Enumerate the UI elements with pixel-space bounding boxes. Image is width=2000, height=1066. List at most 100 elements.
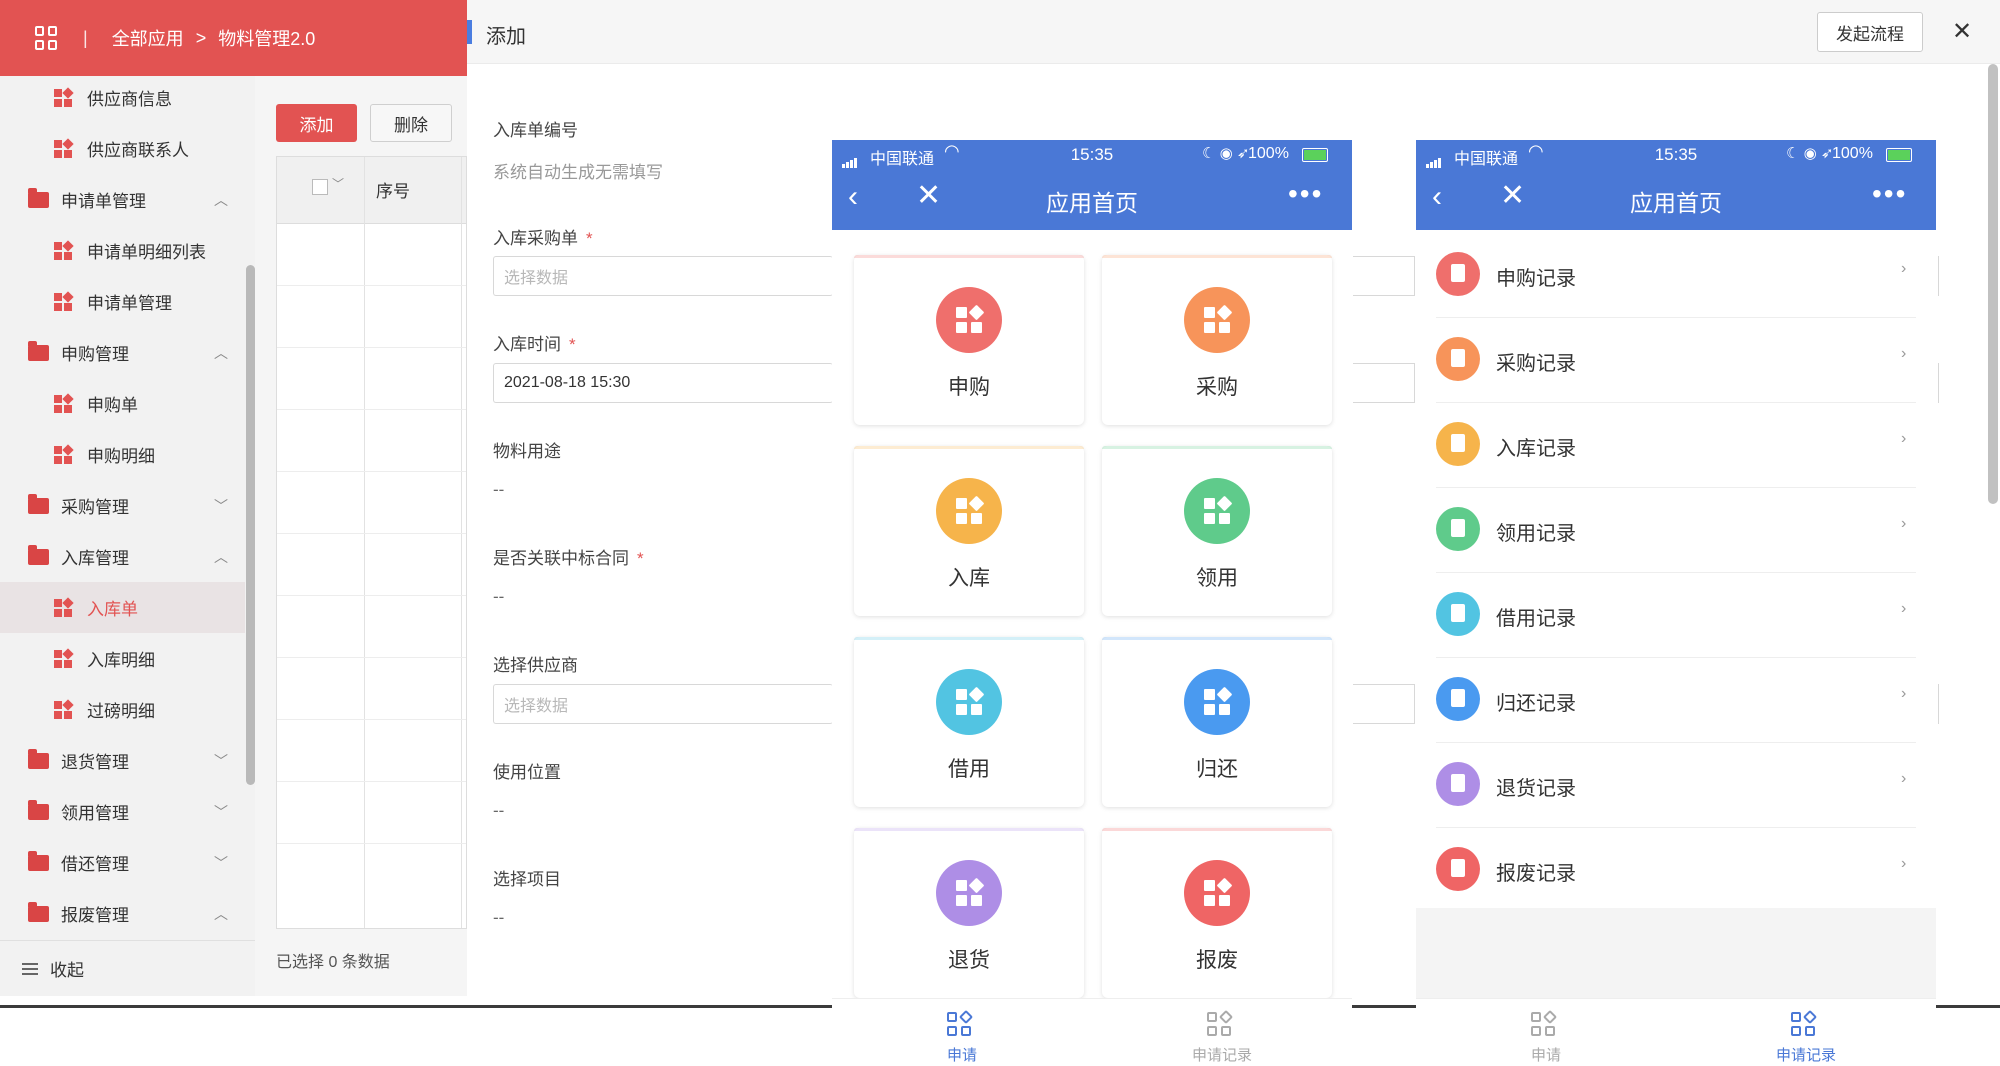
chevron-right-icon: › <box>1901 430 1907 447</box>
collapse-label: 收起 <box>50 961 84 980</box>
grid-icon <box>956 304 985 333</box>
sidebar-item-label: 入库单 <box>87 600 138 619</box>
breadcrumb-module[interactable]: 物料管理2.0 <box>218 25 315 51</box>
app-tile[interactable]: 归还 <box>1102 637 1332 807</box>
dialog-title: 添加 <box>486 26 526 48</box>
app-tile[interactable]: 报废 <box>1102 828 1332 998</box>
required-mark: * <box>637 549 644 568</box>
sidebar-group[interactable]: 借还管理 ﹀ <box>0 837 245 888</box>
widget-icon <box>54 87 74 107</box>
list-item[interactable]: 申购记录 › <box>1436 232 1916 318</box>
select-all-checkbox[interactable] <box>312 179 328 195</box>
chevron-right-icon: > <box>195 27 207 48</box>
column-index: 序号 <box>376 182 410 201</box>
list-item[interactable]: 借用记录 › <box>1436 572 1916 658</box>
delete-button[interactable]: 删除 <box>370 104 452 142</box>
dialog-header <box>467 0 2000 64</box>
sidebar-scrollbar[interactable] <box>246 265 255 785</box>
sidebar-group[interactable]: 申请单管理 ︿ <box>0 174 245 225</box>
list-item[interactable]: 报废记录 › <box>1436 827 1916 913</box>
sidebar-item[interactable]: 入库单 <box>0 582 245 633</box>
sidebar-group[interactable]: 退货管理 ﹀ <box>0 735 245 786</box>
sidebar-item[interactable]: 入库明细 <box>0 633 245 684</box>
sidebar-item-label: 申购明细 <box>87 447 155 466</box>
dialog-scrollbar[interactable] <box>1988 64 1998 504</box>
document-icon <box>1436 337 1480 381</box>
app-tile[interactable]: 申购 <box>854 255 1084 425</box>
supplier-select[interactable]: 选择数据 <box>493 684 833 724</box>
more-icon[interactable]: ••• <box>1872 178 1907 210</box>
tab-records[interactable]: 申请记录 <box>1676 999 1936 1066</box>
sidebar-group-label: 入库管理 <box>61 549 129 568</box>
list-item[interactable]: 退货记录 › <box>1436 742 1916 828</box>
folder-icon <box>28 188 49 208</box>
sidebar-group[interactable]: 入库管理 ︿ <box>0 531 245 582</box>
list-item[interactable]: 归还记录 › <box>1436 657 1916 743</box>
sidebar-item[interactable]: 申请单明细列表 <box>0 225 245 276</box>
app-tile[interactable]: 退货 <box>854 828 1084 998</box>
chevron-right-icon: › <box>1901 685 1907 702</box>
receipt-time-input[interactable]: 2021-08-18 15:30 <box>493 363 833 403</box>
sidebar-item[interactable]: 申购单 <box>0 378 245 429</box>
nav-title: 应用首页 <box>1046 190 1138 216</box>
list-item-label: 报废记录 <box>1496 863 1576 885</box>
receipt-no-label: 入库单编号 <box>493 121 578 140</box>
app-tile[interactable]: 领用 <box>1102 446 1332 616</box>
table-header: ﹀ 序号 <box>277 157 466 224</box>
folder-icon <box>28 902 49 922</box>
sidebar-item[interactable]: 供应商信息 <box>0 72 245 123</box>
app-tile[interactable]: 采购 <box>1102 255 1332 425</box>
chevron-right-icon: › <box>1901 345 1907 362</box>
tile-label: 退货 <box>948 949 990 972</box>
sidebar-item[interactable]: 过磅明细 <box>0 684 245 735</box>
supplier-label: 选择供应商 <box>493 656 578 675</box>
widget-icon <box>54 138 74 158</box>
document-icon <box>1436 677 1480 721</box>
folder-icon <box>28 800 49 820</box>
sidebar-group[interactable]: 采购管理 ﹀ <box>0 480 245 531</box>
tile-icon <box>936 669 1002 735</box>
list-item[interactable]: 领用记录 › <box>1436 487 1916 573</box>
sidebar-group[interactable]: 申购管理 ︿ <box>0 327 245 378</box>
project-label: 选择项目 <box>493 870 561 889</box>
close-icon[interactable]: ✕ <box>1945 14 1979 48</box>
sidebar-item[interactable]: 供应商联系人 <box>0 123 245 174</box>
grid-icon <box>1204 686 1233 715</box>
add-button[interactable]: 添加 <box>276 104 357 142</box>
chevron-icon: ﹀ <box>214 855 228 871</box>
sidebar-item[interactable]: 申购明细 <box>0 429 245 480</box>
chevron-right-icon: › <box>1901 770 1907 787</box>
widget-icon <box>54 291 74 311</box>
tab-apply[interactable]: 申请 <box>1416 999 1676 1066</box>
tile-icon <box>936 478 1002 544</box>
sidebar-item[interactable]: 申请单管理 <box>0 276 245 327</box>
input-edge <box>1938 684 1939 724</box>
tab-bar: 申请 申请记录 <box>1416 998 1936 1066</box>
apps-grid-icon[interactable] <box>35 26 59 50</box>
purchase-order-select[interactable]: 选择数据 <box>493 256 833 296</box>
more-icon[interactable]: ••• <box>1288 178 1323 210</box>
table-row <box>277 533 466 534</box>
tab-apply[interactable]: 申请 <box>832 999 1092 1066</box>
sidebar-group[interactable]: 报废管理 ︿ <box>0 888 245 939</box>
breadcrumb-all-apps[interactable]: 全部应用 <box>112 25 184 51</box>
widget-icon <box>54 597 74 617</box>
start-flow-button[interactable]: 发起流程 <box>1817 12 1923 52</box>
required-mark: * <box>586 229 593 248</box>
chevron-down-icon[interactable]: ﹀ <box>332 175 344 192</box>
tile-accent <box>1102 828 1332 831</box>
app-tile[interactable]: 入库 <box>854 446 1084 616</box>
list-item-label: 采购记录 <box>1496 353 1576 375</box>
tile-accent <box>1102 637 1332 640</box>
list-item[interactable]: 入库记录 › <box>1436 402 1916 488</box>
app-tile[interactable]: 借用 <box>854 637 1084 807</box>
tab-records[interactable]: 申请记录 <box>1092 999 1352 1066</box>
collapse-icon <box>22 960 38 978</box>
widget-icon <box>54 699 74 719</box>
list-item[interactable]: 采购记录 › <box>1436 317 1916 403</box>
sidebar-group[interactable]: 领用管理 ﹀ <box>0 786 245 837</box>
document-icon <box>1436 762 1480 806</box>
sidebar-collapse-button[interactable]: 收起 <box>0 940 255 996</box>
widget-icon <box>54 444 74 464</box>
tile-label: 申购 <box>948 376 990 399</box>
